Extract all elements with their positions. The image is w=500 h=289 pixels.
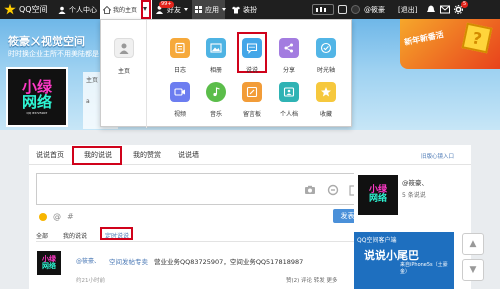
main-avatar[interactable]: 小绿 网络 QQ 83725907: [6, 67, 68, 127]
tab-my-likes[interactable]: 我的赞赏: [133, 150, 161, 160]
dropdown-home-column[interactable]: 主页: [101, 20, 147, 128]
space-subtitle: 时时换企业主所不用美陆都是: [8, 50, 99, 58]
home-icon: [103, 6, 111, 14]
filter-mine[interactable]: 我的说说: [63, 231, 87, 240]
emoji-icon[interactable]: [39, 212, 47, 221]
profile-card: 小绿 网络 @筱豪、 5 条说说: [354, 165, 454, 227]
app-label-album[interactable]: 相册: [198, 65, 234, 74]
timeline-icon[interactable]: [316, 38, 336, 58]
composer-tools: @ #: [39, 212, 74, 221]
app-label-video[interactable]: 视频: [162, 109, 198, 118]
old-version-link[interactable]: 旧版心镜入口: [421, 152, 454, 160]
chevron-down-icon: [222, 8, 226, 11]
person-icon: [58, 6, 66, 14]
scroll-down-button[interactable]: ▼: [462, 259, 484, 281]
signal-toggle[interactable]: [312, 4, 334, 15]
feed-title[interactable]: 空间发帖专卖: [109, 256, 148, 266]
at-icon[interactable]: @: [53, 212, 61, 221]
photo-album-icon[interactable]: [206, 38, 226, 58]
home-profile-icon: [114, 38, 134, 58]
avatar-small[interactable]: [351, 5, 360, 14]
topbar-right-icons: [426, 0, 463, 19]
scroll-controls: ▲ ▼: [462, 233, 491, 289]
nav-home[interactable]: 主页: [86, 75, 98, 84]
app-label-favorites[interactable]: 收藏: [308, 109, 344, 118]
scroll-up-button[interactable]: ▲: [462, 233, 484, 255]
apps-menu[interactable]: 应用: [192, 0, 226, 19]
hashtag-icon[interactable]: #: [67, 212, 74, 221]
shirt-icon: [232, 6, 240, 13]
app-label-shuoshuo[interactable]: 说说: [234, 65, 270, 74]
favorites-icon[interactable]: [316, 82, 336, 102]
feed-time: 约21小时前: [76, 278, 105, 284]
filter-all[interactable]: 全部: [36, 231, 48, 240]
profile-stat: 5 条说说: [402, 192, 426, 199]
space-title: 筱豪ㄨ视觉空间: [8, 35, 85, 48]
nav-at[interactable]: a: [86, 98, 90, 105]
bell-icon[interactable]: [426, 5, 436, 14]
mail-icon[interactable]: [440, 5, 450, 14]
feed-author[interactable]: @筱豪、: [76, 256, 100, 265]
new-year-promo[interactable]: 新年新番活 ?: [400, 19, 500, 69]
link-icon[interactable]: [327, 184, 339, 196]
app-label-share[interactable]: 分享: [271, 65, 307, 74]
blog-icon[interactable]: [170, 38, 190, 58]
app-label-music[interactable]: 音乐: [198, 109, 234, 118]
tab-wall[interactable]: 说说墙: [178, 150, 199, 160]
highlight-timed-shuoshuo: [100, 227, 133, 240]
chevron-down-icon: [184, 8, 188, 11]
qzone-star-icon: [4, 3, 16, 15]
feed-content: 营业业务QQ83725907，空间业务QQ517818987: [154, 258, 304, 266]
feed-avatar[interactable]: 小绿 网络: [36, 250, 62, 276]
logout-link[interactable]: [退出]: [398, 0, 417, 19]
home-dropdown-menu: 主页 日志 相册 说说 分享 时光轴 视频 音乐 留言板 个人档 收藏: [100, 19, 352, 128]
shuoshuo-composer[interactable]: [36, 173, 367, 205]
tab-home[interactable]: 说说首页: [36, 150, 64, 160]
grid-icon: [195, 6, 202, 13]
share-icon[interactable]: [279, 38, 299, 58]
app-label-profile[interactable]: 个人档: [271, 109, 307, 118]
app-label-blog[interactable]: 日志: [162, 65, 198, 74]
profile-name[interactable]: @筱豪、: [402, 177, 428, 187]
home-label: 主页: [117, 68, 130, 75]
video-icon[interactable]: [170, 82, 190, 102]
profile-card-icon[interactable]: [279, 82, 299, 102]
edit-icon[interactable]: [338, 5, 347, 14]
camera-icon[interactable]: [304, 184, 316, 196]
friends-count-badge: 99+: [159, 1, 174, 8]
guestbook-icon[interactable]: [242, 82, 262, 102]
topbar-tools: @筱豪: [312, 0, 385, 19]
music-icon[interactable]: [206, 82, 226, 102]
personal-center-link[interactable]: 个人中心: [58, 0, 97, 19]
app-label-timeline[interactable]: 时光轴: [308, 65, 344, 74]
username-link[interactable]: @筱豪: [364, 5, 385, 15]
highlight-my-shuoshuo-tab: [72, 146, 122, 165]
feed-actions[interactable]: 赞(2) 评论 转发 更多: [286, 276, 338, 284]
right-sidebar: 小绿 网络 @筱豪、 5 条说说 QQ空间客户端 说说小尾巴 来自iPhone5…: [354, 165, 454, 289]
extras-menu[interactable]: 装扮: [232, 0, 257, 19]
app-label-guestbook[interactable]: 留言板: [234, 109, 270, 118]
question-box-icon: ?: [461, 22, 493, 54]
profile-avatar[interactable]: 小绿 网络: [358, 175, 398, 215]
qzone-client-card[interactable]: QQ空间客户端 说说小尾巴 来自iPhone5s（土豪金）: [354, 232, 454, 289]
chevron-down-icon[interactable]: [143, 7, 147, 11]
shuoshuo-icon[interactable]: [242, 38, 262, 58]
brand[interactable]: QQ空间: [4, 0, 48, 19]
feed-divider: [36, 241, 367, 242]
